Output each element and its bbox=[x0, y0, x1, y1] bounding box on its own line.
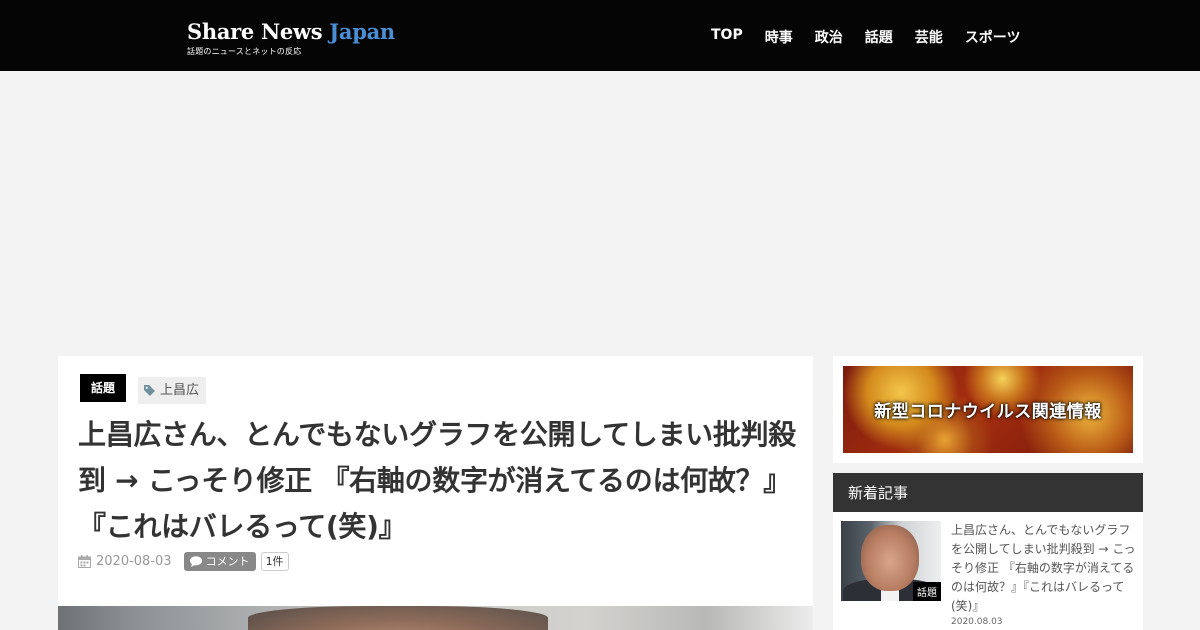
post-thumbnail: 話題 bbox=[841, 521, 941, 601]
nav-item-entertainment[interactable]: 芸能 bbox=[915, 27, 943, 47]
logo-title: Share News Japan bbox=[187, 19, 395, 44]
article-meta: 2020-08-03 コメント 1件 bbox=[78, 552, 289, 571]
calendar-icon bbox=[78, 555, 91, 568]
main-nav: TOP 時事 政治 話題 芸能 スポーツ bbox=[700, 27, 1031, 47]
banner-widget: 新型コロナウイルス関連情報 bbox=[833, 356, 1143, 463]
post-category-badge: 話題 bbox=[913, 582, 941, 601]
hero-image bbox=[58, 606, 813, 630]
logo-tagline: 話題のニュースとネットの反応 bbox=[187, 47, 302, 56]
comment-button[interactable]: コメント bbox=[183, 552, 256, 571]
ad-space bbox=[0, 71, 1200, 346]
comment-label: コメント bbox=[205, 555, 250, 568]
banner-text: 新型コロナウイルス関連情報 bbox=[874, 402, 1102, 422]
covid-info-banner[interactable]: 新型コロナウイルス関連情報 bbox=[843, 366, 1133, 453]
nav-item-current-affairs[interactable]: 時事 bbox=[765, 27, 793, 47]
hero-image-subject bbox=[248, 606, 548, 630]
post-title: 上昌広さん、とんでもないグラフを公開してしまい批判殺到 → こっそり修正 『右軸… bbox=[951, 523, 1136, 613]
tag-icon bbox=[144, 385, 155, 396]
site-logo[interactable]: Share News Japan 話題のニュースとネットの反応 bbox=[187, 19, 395, 57]
nav-item-sports[interactable]: スポーツ bbox=[965, 27, 1021, 47]
recent-posts-widget: 新着記事 話題 上昌広さん、とんでもないグラフを公開してしまい批判殺到 → こっ… bbox=[833, 473, 1143, 630]
nav-item-politics[interactable]: 政治 bbox=[815, 27, 843, 47]
site-header: Share News Japan 話題のニュースとネットの反応 TOP 時事 政… bbox=[0, 0, 1200, 71]
post-date: 2020.08.03 bbox=[951, 617, 1003, 627]
recent-posts-heading: 新着記事 bbox=[833, 473, 1143, 512]
date-text: 2020-08-03 bbox=[96, 554, 172, 569]
article-card: 話題 上昌広 上昌広さん、とんでもないグラフを公開してしまい批判殺到 → こっそ… bbox=[58, 356, 813, 630]
nav-item-top[interactable]: TOP bbox=[711, 27, 743, 47]
nav-item-topics[interactable]: 話題 bbox=[865, 27, 893, 47]
article-title: 上昌広さん、とんでもないグラフを公開してしまい批判殺到 → こっそり修正 『右軸… bbox=[78, 418, 796, 543]
tag-chip[interactable]: 上昌広 bbox=[138, 377, 207, 404]
tag-label: 上昌広 bbox=[160, 383, 200, 398]
comment-count: 1件 bbox=[260, 552, 289, 571]
category-badge[interactable]: 話題 bbox=[80, 374, 127, 402]
comment-bubble-icon bbox=[189, 556, 202, 567]
publish-date: 2020-08-03 bbox=[78, 554, 172, 569]
